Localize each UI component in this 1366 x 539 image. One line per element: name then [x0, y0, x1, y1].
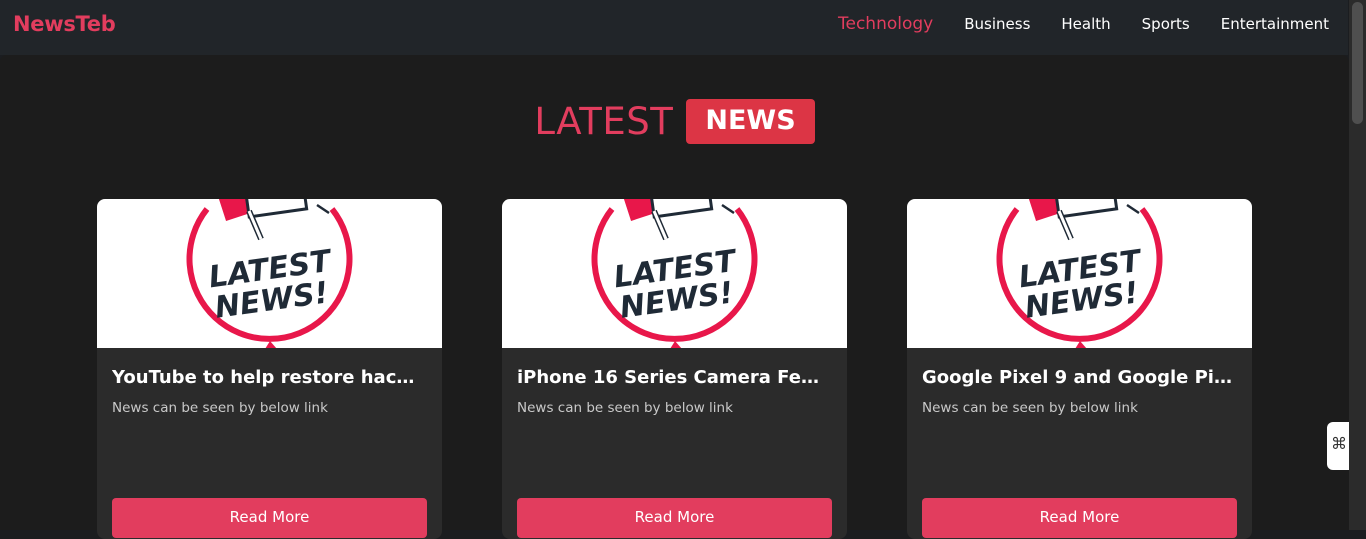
nav-link-sports[interactable]: Sports — [1142, 15, 1190, 34]
megaphone-icon — [1027, 199, 1140, 241]
read-more-button[interactable]: Read More — [112, 498, 427, 538]
widget-icon: ⌘ — [1331, 434, 1347, 453]
news-card-image: LATEST NEWS! — [907, 199, 1252, 348]
nav-links: Technology Business Health Sports Entert… — [807, 14, 1329, 34]
section-heading: LATEST NEWS — [0, 99, 1349, 144]
side-widget-button[interactable]: ⌘ — [1327, 422, 1349, 470]
heading-news-badge: NEWS — [686, 99, 815, 144]
megaphone-icon — [217, 199, 330, 241]
heading-latest: LATEST — [534, 100, 674, 143]
news-card-image: LATEST NEWS! — [502, 199, 847, 348]
main-content: LATEST NEWS LATEST NEWS! YouTube to help… — [0, 55, 1349, 539]
megaphone-icon — [622, 199, 735, 241]
read-more-button[interactable]: Read More — [517, 498, 832, 538]
news-card-text: News can be seen by below link — [517, 400, 733, 416]
news-card-title: Google Pixel 9 and Google Pixel 8 ... — [922, 367, 1234, 388]
nav-link-business[interactable]: Business — [964, 15, 1030, 34]
brand-logo[interactable]: NewsTeb — [13, 12, 116, 36]
scrollbar-thumb[interactable] — [1352, 2, 1363, 124]
news-card: LATEST NEWS! YouTube to help restore hac… — [97, 199, 442, 539]
news-card: LATEST NEWS! Google Pixel 9 and Google P… — [907, 199, 1252, 539]
news-card-image: LATEST NEWS! — [97, 199, 442, 348]
read-more-button[interactable]: Read More — [922, 498, 1237, 538]
news-card: LATEST NEWS! iPhone 16 Series Camera Fea… — [502, 199, 847, 539]
vertical-scrollbar[interactable] — [1349, 0, 1366, 530]
nav-link-technology[interactable]: Technology — [838, 14, 933, 34]
nav-link-health[interactable]: Health — [1061, 15, 1110, 34]
navbar: NewsTeb Technology Business Health Sport… — [0, 0, 1348, 55]
news-card-text: News can be seen by below link — [112, 400, 328, 416]
news-card-title: YouTube to help restore hacked c... — [112, 367, 424, 388]
nav-link-entertainment[interactable]: Entertainment — [1221, 15, 1329, 34]
news-card-text: News can be seen by below link — [922, 400, 1138, 416]
news-card-title: iPhone 16 Series Camera Features,... — [517, 367, 829, 388]
